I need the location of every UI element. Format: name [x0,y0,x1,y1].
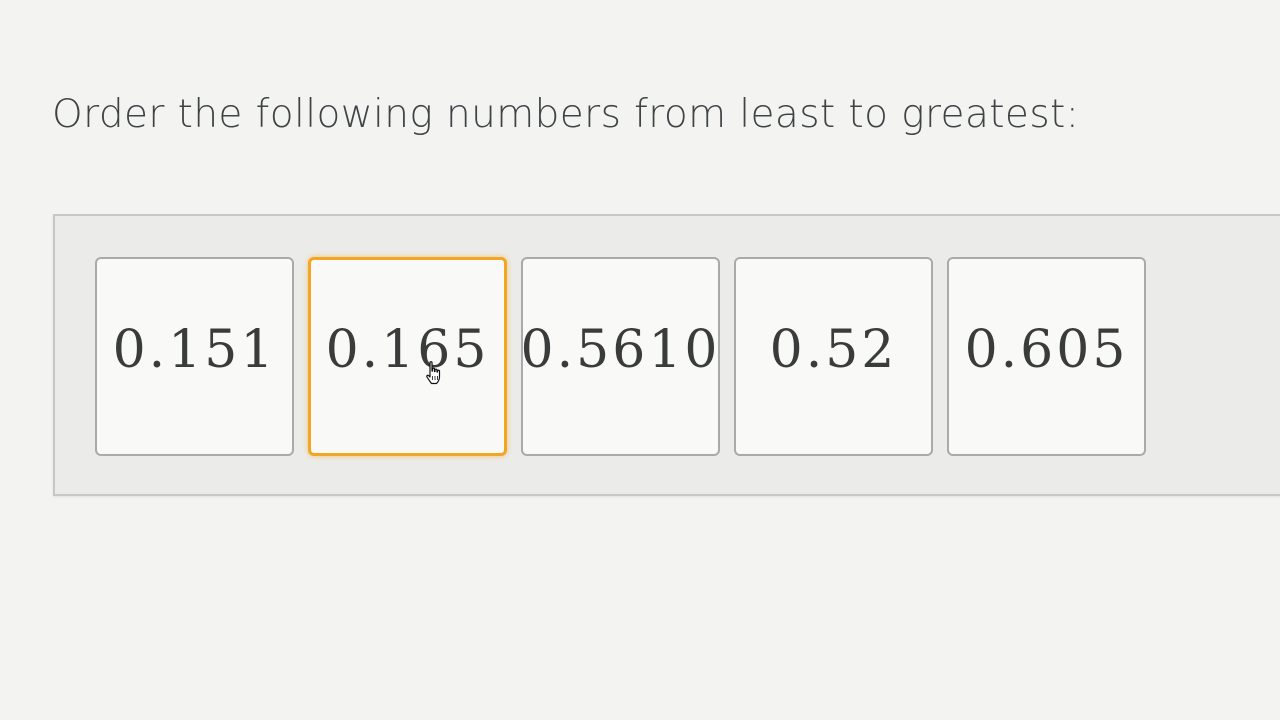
card-value: 0.165 [325,319,490,380]
sortable-card[interactable]: 0.5610 [521,257,720,456]
card-value: 0.52 [769,319,898,380]
card-value: 0.151 [112,319,277,380]
sortable-card[interactable]: 0.151 [95,257,294,456]
sortable-card[interactable]: 0.52 [734,257,933,456]
sortable-card[interactable]: 0.605 [947,257,1146,456]
card-value: 0.5610 [520,319,721,380]
card-value: 0.605 [964,319,1129,380]
sortable-card-selected[interactable]: 0.165 [308,257,507,456]
question-prompt: Order the following numbers from least t… [52,92,1080,137]
